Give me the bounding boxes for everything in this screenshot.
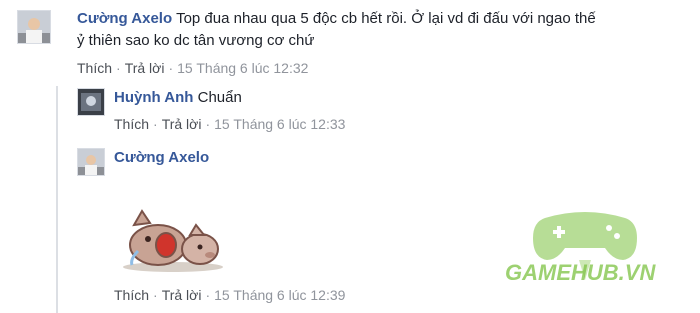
watermark-text: GAMEHUB.VN	[505, 260, 656, 285]
reply-author[interactable]: Huỳnh Anh	[114, 89, 193, 106]
reply-thread-line	[56, 86, 58, 313]
gamehub-watermark: GAMEHUB.VN	[505, 212, 656, 285]
profile-photo	[18, 11, 50, 43]
reply-button[interactable]: Trả lời	[162, 116, 202, 132]
avatar[interactable]	[77, 148, 105, 176]
reply-text: Chuẩn	[197, 89, 242, 106]
comment-text-line-1: Cường Axelo Top đua nhau qua 5 độc cb hế…	[77, 9, 596, 29]
avatar[interactable]	[77, 88, 105, 116]
separator: ·	[153, 287, 158, 303]
reply-text-line: Cường Axelo	[114, 148, 209, 168]
timestamp[interactable]: 15 Tháng 6 lúc 12:39	[214, 287, 345, 303]
separator: ·	[116, 60, 121, 76]
reply-actions: Thích · Trả lời · 15 Tháng 6 lúc 12:33	[114, 115, 345, 133]
separator: ·	[205, 116, 211, 132]
like-button[interactable]: Thích	[77, 60, 112, 76]
timestamp[interactable]: 15 Tháng 6 lúc 12:33	[214, 116, 345, 132]
reply-actions: Thích · Trả lời · 15 Tháng 6 lúc 12:39	[114, 286, 345, 304]
timestamp[interactable]: 15 Tháng 6 lúc 12:32	[177, 60, 308, 76]
reply-button[interactable]: Trả lời	[162, 287, 202, 303]
reply-text-line: Huỳnh Anh Chuẩn	[114, 88, 242, 108]
comment-text-line-2: ỷ thiên sao ko dc tân vương cơ chứ	[77, 31, 314, 51]
profile-photo	[78, 89, 104, 115]
like-button[interactable]: Thích	[114, 116, 149, 132]
comment-actions: Thích · Trả lời · 15 Tháng 6 lúc 12:32	[77, 59, 308, 77]
reply-author[interactable]: Cường Axelo	[114, 149, 209, 166]
separator: ·	[168, 60, 174, 76]
comment-text-continued: ỷ thiên sao ko dc tân vương cơ chứ	[77, 32, 315, 49]
reply-button[interactable]: Trả lời	[125, 60, 165, 76]
separator: ·	[205, 287, 211, 303]
profile-photo	[78, 149, 104, 175]
like-button[interactable]: Thích	[114, 287, 149, 303]
avatar[interactable]	[17, 10, 51, 44]
comment-author[interactable]: Cường Axelo	[77, 10, 172, 27]
separator: ·	[153, 116, 158, 132]
crying-pig-sticker	[123, 209, 223, 272]
comment-text: Top đua nhau qua 5 độc cb hết rồi. Ở lại…	[176, 10, 596, 27]
